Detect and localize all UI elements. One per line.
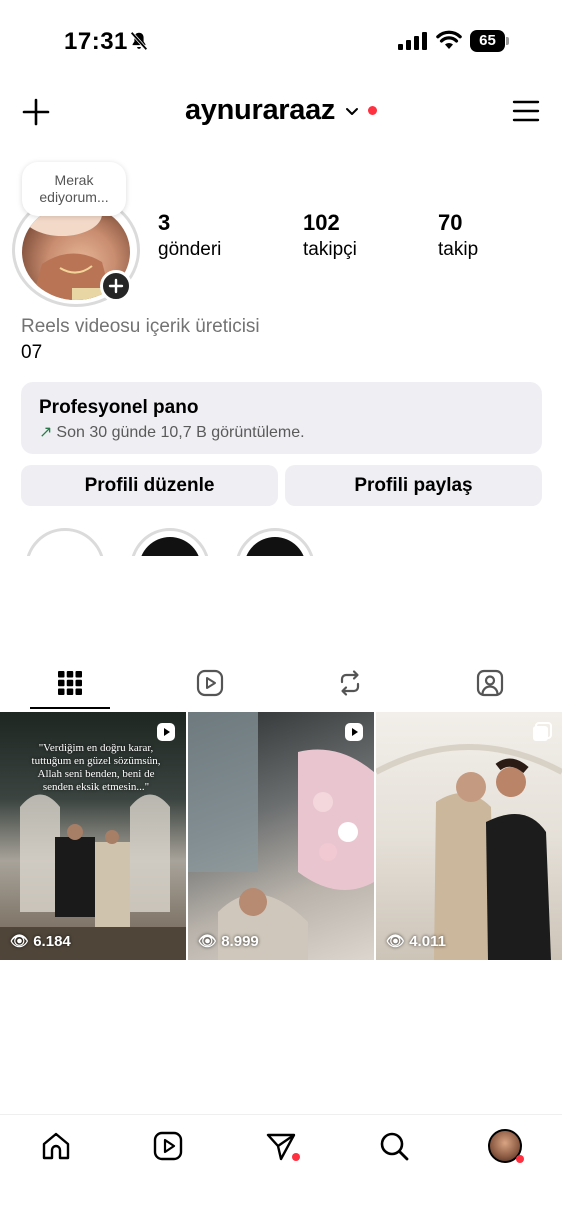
stat-posts-label: gönderi — [158, 239, 222, 260]
tab-tagged[interactable] — [420, 660, 560, 710]
view-count-value: 8.999 — [221, 933, 259, 950]
profile-notification-dot — [516, 1155, 524, 1163]
multi-photo-icon — [533, 722, 552, 741]
post-tile-2[interactable]: 👁 8.999 — [188, 712, 374, 960]
view-count: 👁 4.011 — [386, 933, 446, 950]
share-profile-button[interactable]: Profili paylaş — [285, 465, 542, 506]
stat-followers-label: takipçi — [303, 239, 357, 260]
status-time: 17:31 — [64, 28, 128, 55]
post-caption: "Verdiğim en doğru karar, tuttuğum en gü… — [31, 742, 161, 793]
search-icon[interactable] — [377, 1129, 411, 1163]
home-icon[interactable] — [39, 1129, 73, 1163]
wifi-icon — [436, 30, 462, 49]
battery-indicator: 65 — [470, 30, 510, 52]
pro-dashboard-subtitle: ↗ Son 30 günde 10,7 B görüntüleme. — [39, 422, 524, 442]
stat-following[interactable]: 70 takip — [438, 210, 478, 262]
stat-following-label: takip — [438, 239, 479, 260]
highlight-circle — [25, 528, 105, 556]
active-tab-indicator — [30, 707, 110, 709]
pro-dashboard-stat: Son 30 günde 10,7 B görüntüleme. — [56, 424, 305, 441]
view-count-value: 4.011 — [409, 933, 446, 950]
bio-category: Reels videosu içerik üreticisi — [21, 316, 260, 337]
add-story-button[interactable] — [100, 270, 132, 302]
highlight-circle — [130, 528, 210, 556]
tab-reels[interactable] — [140, 660, 280, 710]
stat-following-count: 70 — [438, 210, 463, 235]
reel-badge-icon — [345, 723, 363, 741]
bio-text: 07 — [21, 342, 43, 363]
profile-tabs — [0, 660, 562, 710]
tab-grid[interactable] — [0, 660, 140, 710]
highlight-2[interactable] — [235, 528, 315, 556]
profile-header: aynuraraaz — [0, 84, 562, 140]
grid-icon — [58, 671, 82, 695]
stat-posts-count: 3 — [158, 210, 171, 235]
reposts-icon — [340, 670, 360, 696]
note-text: Merak ediyorum... — [39, 172, 109, 205]
post-thumbnail — [376, 744, 562, 960]
status-bar: 17:31 65 — [0, 0, 562, 84]
highlight-new[interactable] — [25, 528, 105, 556]
professional-dashboard[interactable]: Profesyonel pano ↗ Son 30 günde 10,7 B gö… — [21, 382, 542, 454]
highlight-circle — [235, 528, 315, 556]
stat-followers-count: 102 — [303, 210, 340, 235]
pro-dashboard-title: Profesyonel pano — [39, 397, 199, 418]
messages-notification-dot — [292, 1153, 300, 1161]
cellular-signal-icon — [398, 32, 427, 50]
stat-followers[interactable]: 102 takipçi — [303, 210, 357, 262]
chevron-down-icon[interactable] — [344, 103, 360, 119]
stat-posts[interactable]: 3 gönderi — [158, 210, 221, 262]
account-switcher[interactable]: aynuraraaz — [0, 94, 562, 127]
reel-badge-icon — [157, 723, 175, 741]
battery-tip — [506, 37, 509, 45]
trend-arrow-icon: ↗ — [39, 424, 53, 441]
reels-nav-icon[interactable] — [151, 1129, 185, 1163]
username-title[interactable]: aynuraraaz — [185, 94, 335, 127]
bottom-navigation — [0, 1114, 562, 1221]
edit-profile-button[interactable]: Profili düzenle — [21, 465, 278, 506]
post-tile-1[interactable]: "Verdiğim en doğru karar, tuttuğum en gü… — [0, 712, 186, 960]
tab-reposts[interactable] — [280, 660, 420, 710]
post-thumbnail — [188, 712, 374, 960]
view-count: 👁 8.999 — [198, 933, 259, 950]
posts-grid: "Verdiğim en doğru karar, tuttuğum en gü… — [0, 712, 562, 960]
note-bubble[interactable]: Merak ediyorum... — [22, 162, 126, 216]
view-count-value: 6.184 — [33, 933, 71, 950]
post-tile-3[interactable]: 👁 4.011 — [376, 712, 562, 960]
notification-dot — [368, 106, 378, 115]
hamburger-menu-icon[interactable] — [512, 98, 540, 124]
reels-icon — [196, 669, 224, 697]
battery-level: 65 — [470, 30, 505, 52]
highlight-1[interactable] — [130, 528, 210, 556]
plus-icon — [108, 278, 124, 294]
view-count: 👁 6.184 — [10, 933, 71, 950]
tagged-icon — [476, 669, 504, 697]
bell-muted-icon — [130, 31, 148, 51]
